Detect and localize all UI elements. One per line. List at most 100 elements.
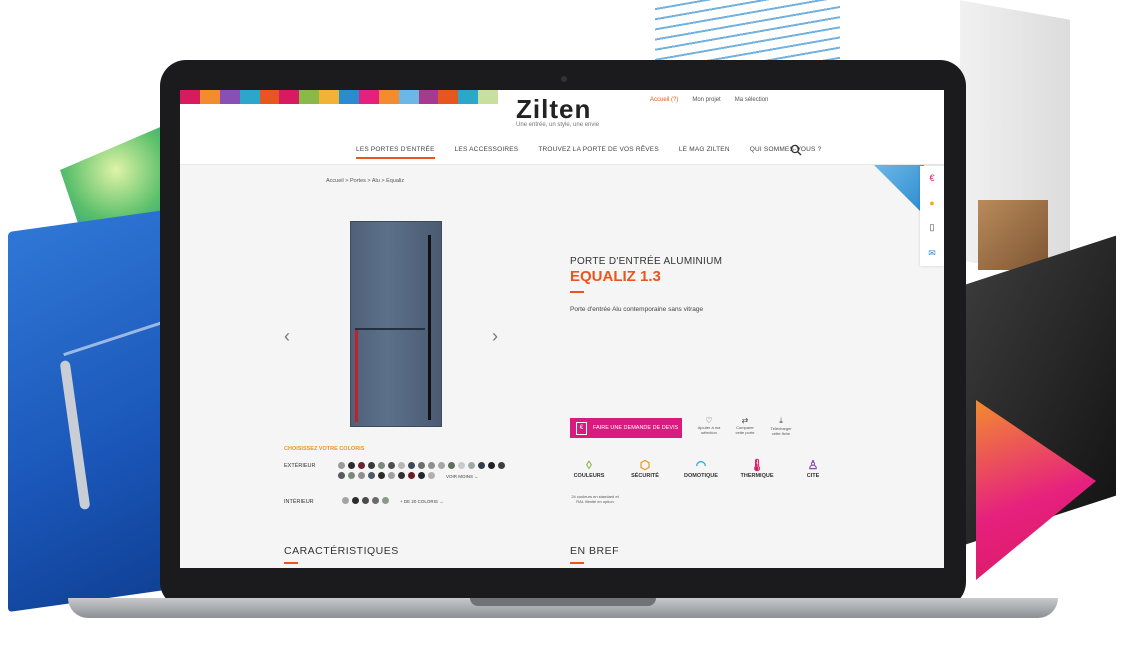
logo-tagline: Une entrée, un style, une envie xyxy=(516,122,600,128)
color-swatch[interactable] xyxy=(352,497,359,504)
main-nav: LES PORTES D'ENTRÉE LES ACCESSOIRES TROU… xyxy=(356,146,821,159)
nav-trouvez-porte[interactable]: TROUVEZ LA PORTE DE VOS RÊVES xyxy=(538,146,659,159)
color-swatch[interactable] xyxy=(438,462,445,469)
chevron-left-icon[interactable]: ‹ xyxy=(284,326,290,347)
product-label: PORTE D'ENTRÉE ALUMINIUM xyxy=(570,256,723,267)
feature-label: THERMIQUE xyxy=(740,473,774,479)
color-swatch[interactable] xyxy=(418,472,425,479)
section-en-bref: EN BREF xyxy=(570,545,620,557)
top-links: Accueil (?) Mon projet Ma sélection xyxy=(650,97,768,103)
door-red-inlay xyxy=(355,330,358,422)
exterior-swatches xyxy=(338,462,510,479)
toplink-mon-projet[interactable]: Mon projet xyxy=(692,97,720,103)
color-swatch[interactable] xyxy=(382,497,389,504)
mini-actions: ♡ Ajouter à ma sélection ⇄ Comparer cett… xyxy=(696,416,794,436)
door-inlay-line xyxy=(355,328,425,330)
color-swatch[interactable] xyxy=(498,462,505,469)
color-swatch[interactable] xyxy=(388,472,395,479)
euro-icon: € xyxy=(576,421,587,435)
color-swatch[interactable] xyxy=(448,462,455,469)
shield-icon: ⬡ xyxy=(639,458,651,472)
door-handle-bar xyxy=(428,235,431,420)
nav-qui-sommes-nous[interactable]: QUI SOMMES-VOUS ? xyxy=(750,146,822,159)
decorative-wood-frame xyxy=(978,200,1048,270)
plus-coloris-link[interactable]: + DE 20 COLORIS → xyxy=(400,499,444,504)
product-rule xyxy=(570,291,584,293)
color-swatch[interactable] xyxy=(398,462,405,469)
color-swatch[interactable] xyxy=(478,462,485,469)
color-swatch[interactable] xyxy=(372,497,379,504)
compare-icon: ⇄ xyxy=(741,416,749,425)
feature-label: CITE xyxy=(806,473,820,479)
color-swatch[interactable] xyxy=(418,462,425,469)
feature-label: COULEURS xyxy=(573,473,605,479)
section-rule xyxy=(570,562,584,564)
interior-swatches xyxy=(342,497,402,504)
color-swatch[interactable] xyxy=(378,462,385,469)
feature-domotique[interactable]: ◠ DOMOTIQUE xyxy=(682,458,720,479)
product-area xyxy=(180,165,944,568)
color-swatch[interactable] xyxy=(342,497,349,504)
quote-request-button[interactable]: € FAIRE UNE DEMANDE DE DEVIS xyxy=(570,418,682,438)
feature-couleurs[interactable]: ◊ COULEURS xyxy=(570,458,608,479)
quote-button-label: FAIRE UNE DEMANDE DE DEVIS xyxy=(593,425,679,431)
color-swatch[interactable] xyxy=(458,462,465,469)
bulb-icon[interactable]: ● xyxy=(929,198,934,208)
voir-moins-link[interactable]: VOIR MOINS ← xyxy=(446,474,479,479)
download-button[interactable]: ⤓ Télécharger cette fiche xyxy=(768,416,794,436)
color-swatch[interactable] xyxy=(428,472,435,479)
color-swatch[interactable] xyxy=(408,462,415,469)
color-swatch[interactable] xyxy=(398,472,405,479)
color-swatch[interactable] xyxy=(348,472,355,479)
color-swatch[interactable] xyxy=(368,472,375,479)
color-swatch[interactable] xyxy=(358,472,365,479)
color-swatch[interactable] xyxy=(368,462,375,469)
breadcrumb[interactable]: Accueil > Portes > Alu > Equaliz xyxy=(326,178,404,184)
color-swatch[interactable] xyxy=(408,472,415,479)
compare-label: Comparer cette porte xyxy=(735,425,755,435)
color-swatch[interactable] xyxy=(388,462,395,469)
section-caracteristiques: CARACTÉRISTIQUES xyxy=(284,545,399,557)
product-name: EQUALIZ 1.3 xyxy=(570,268,661,285)
toplink-ma-selection[interactable]: Ma sélection xyxy=(735,97,769,103)
site-logo[interactable]: Zilten Une entrée, un style, une envie xyxy=(516,96,612,128)
decorative-waves xyxy=(655,0,840,60)
color-swatch[interactable] xyxy=(362,497,369,504)
tablet-icon[interactable]: ▯ xyxy=(930,222,935,233)
feature-securite[interactable]: ⬡ SÉCURITÉ xyxy=(626,458,664,479)
euro-icon[interactable]: € xyxy=(929,173,934,183)
toplink-accueil[interactable]: Accueil (?) xyxy=(650,97,678,103)
nav-portes-entree[interactable]: LES PORTES D'ENTRÉE xyxy=(356,146,435,159)
chevron-right-icon[interactable]: › xyxy=(492,326,498,347)
feature-list: ◊ COULEURS ⬡ SÉCURITÉ ◠ DOMOTIQUE 🌡 THER… xyxy=(570,458,832,479)
feature-label: SÉCURITÉ xyxy=(631,473,659,479)
laptop-notch xyxy=(470,598,656,606)
feature-cite[interactable]: ♙ CITE xyxy=(794,458,832,479)
download-label: Télécharger cette fiche xyxy=(770,426,792,436)
add-to-selection-button[interactable]: ♡ Ajouter à ma sélection xyxy=(696,416,722,436)
color-swatch[interactable] xyxy=(338,472,345,479)
add-to-selection-label: Ajouter à ma sélection xyxy=(697,425,721,435)
camera-icon xyxy=(561,76,567,82)
nav-accessoires[interactable]: LES ACCESSOIRES xyxy=(455,146,519,159)
thermometer-icon: 🌡 xyxy=(749,458,765,472)
color-swatch[interactable] xyxy=(468,462,475,469)
compare-button[interactable]: ⇄ Comparer cette porte xyxy=(732,416,758,436)
colors-title: CHOISISSEZ VOTRE COLORIS xyxy=(284,446,365,452)
color-swatch[interactable] xyxy=(488,462,495,469)
exterior-label: EXTÉRIEUR xyxy=(284,463,316,469)
color-swatch[interactable] xyxy=(358,462,365,469)
laptop-screen: Zilten Une entrée, un style, une envie A… xyxy=(180,90,944,568)
search-icon[interactable] xyxy=(790,144,802,156)
wifi-icon: ◠ xyxy=(695,458,707,472)
color-swatch[interactable] xyxy=(348,462,355,469)
nav-mag[interactable]: LE MAG ZILTEN xyxy=(679,146,730,159)
heart-icon: ♡ xyxy=(705,416,713,425)
mail-icon[interactable]: ✉ xyxy=(928,248,936,259)
color-swatch[interactable] xyxy=(378,472,385,479)
feature-note: 24 couleurs en standard et RAL illimité … xyxy=(571,494,619,504)
download-icon: ⤓ xyxy=(779,416,783,425)
feature-thermique[interactable]: 🌡 THERMIQUE xyxy=(738,458,776,479)
color-swatch[interactable] xyxy=(428,462,435,469)
color-swatch[interactable] xyxy=(338,462,345,469)
